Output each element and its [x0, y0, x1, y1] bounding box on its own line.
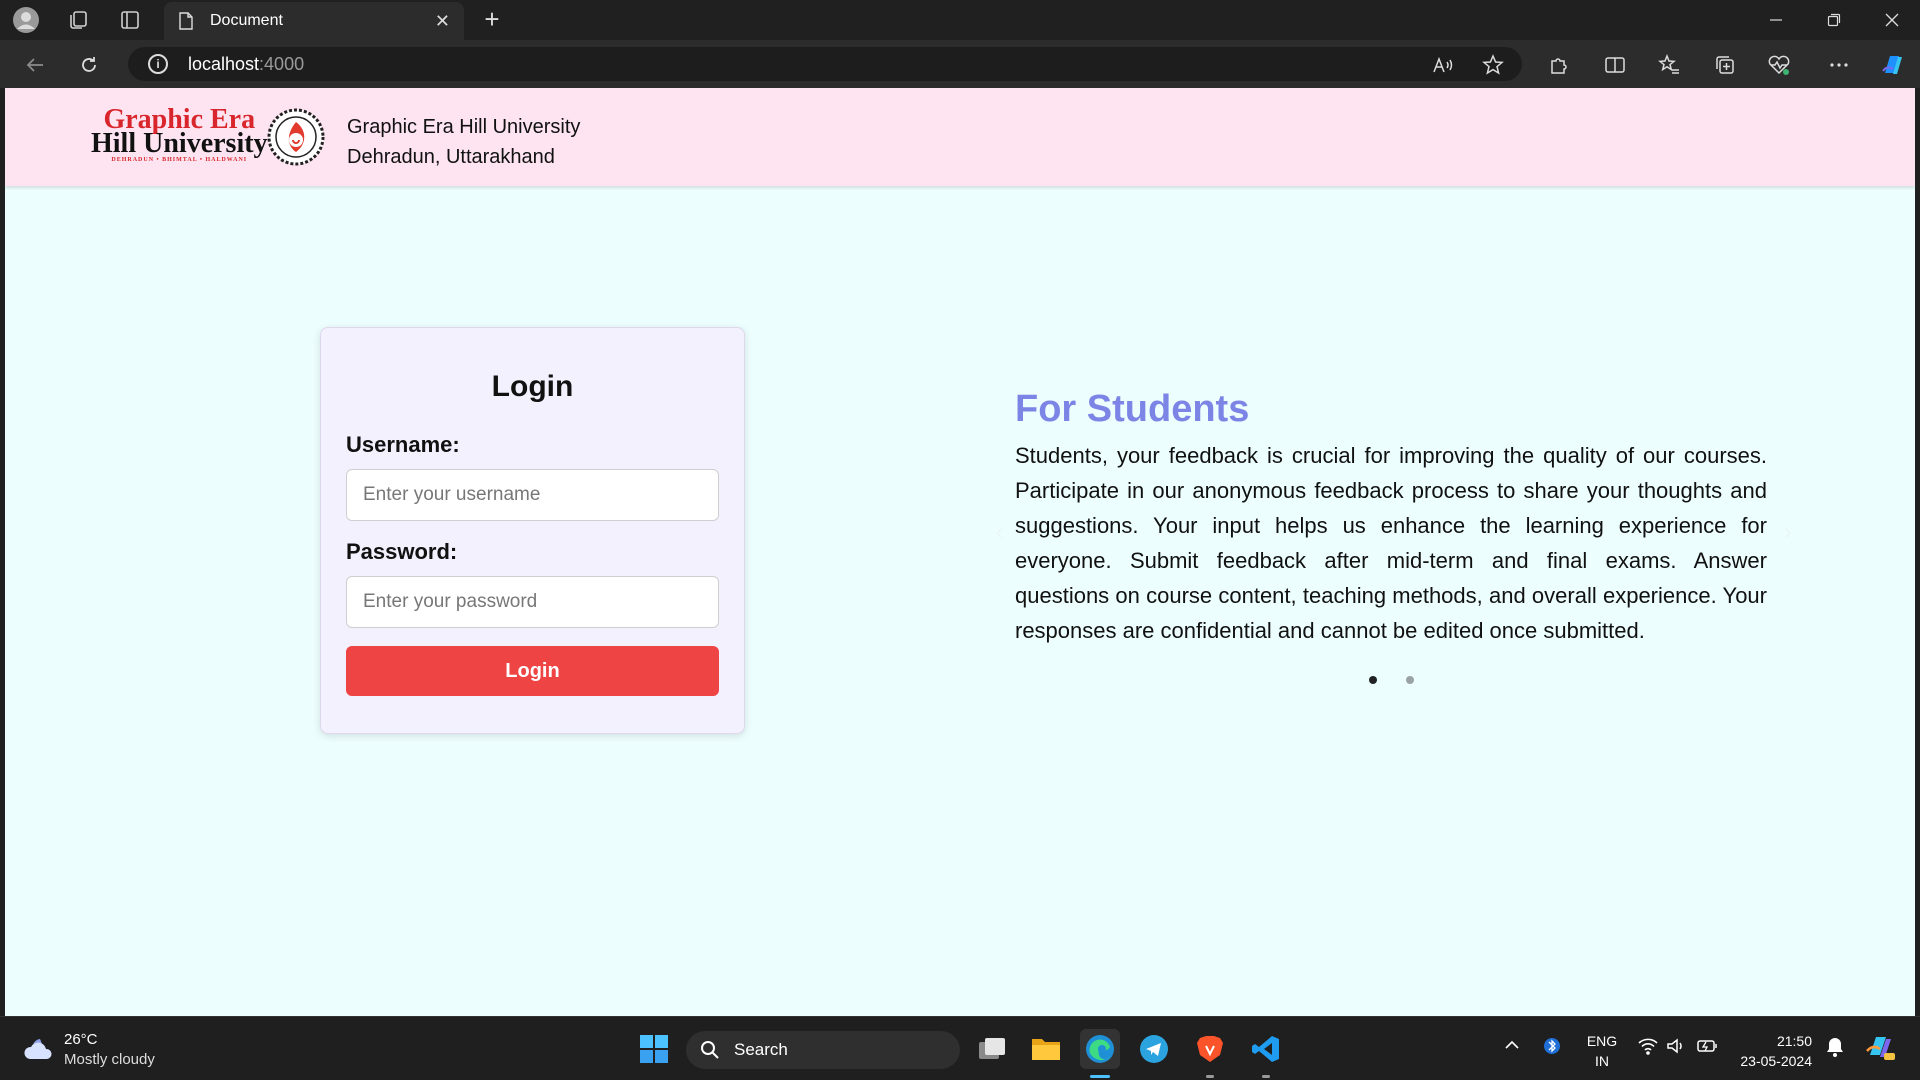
carousel-prev-icon[interactable]: ‹: [987, 520, 1011, 544]
university-location: Dehradun, Uttarakhand: [347, 146, 555, 168]
url-bar[interactable]: i localhost:4000: [128, 47, 1522, 81]
university-logo[interactable]: Graphic Era Hill University DEHRADUN • B…: [91, 106, 268, 164]
username-label: Username:: [346, 432, 460, 457]
minimize-button[interactable]: [1748, 0, 1804, 40]
university-name: Graphic Era Hill University: [347, 116, 581, 138]
wifi-icon[interactable]: [1638, 1037, 1658, 1058]
document-icon: [179, 12, 193, 30]
favorites-icon[interactable]: [1654, 50, 1684, 80]
site-header: Graphic Era Hill University DEHRADUN • B…: [5, 88, 1915, 186]
info-carousel: For Students Students, your feedback is …: [990, 388, 1790, 643]
task-view-icon[interactable]: [972, 1029, 1012, 1069]
language-indicator[interactable]: ENG IN: [1584, 1031, 1620, 1071]
password-input[interactable]: [346, 576, 719, 628]
clock-time: 21:50: [1776, 1033, 1812, 1049]
browser-tab-bar: Document ✕ +: [0, 0, 1920, 40]
taskbar: 26°C Mostly cloudy Search ENG IN 21:50 2…: [0, 1016, 1920, 1080]
logo-line-2: Hill University: [91, 128, 268, 159]
extensions-icon[interactable]: [1544, 50, 1574, 80]
address-toolbar: i localhost:4000: [0, 40, 1920, 88]
login-button[interactable]: Login: [346, 646, 719, 696]
weather-description: Mostly cloudy: [64, 1051, 155, 1068]
carousel-dot-1[interactable]: [1369, 676, 1377, 684]
profile-icon[interactable]: [12, 6, 40, 34]
restore-button[interactable]: [1806, 0, 1862, 40]
language-code: ENG: [1586, 1033, 1618, 1049]
search-icon: [701, 1041, 719, 1059]
system-clock[interactable]: 21:50 23-05-2024: [1738, 1031, 1812, 1071]
login-title: Login: [491, 370, 574, 403]
edge-browser-icon[interactable]: [1080, 1029, 1120, 1069]
bluetooth-icon[interactable]: [1544, 1035, 1560, 1060]
notifications-bell-icon[interactable]: [1826, 1037, 1844, 1060]
close-window-button[interactable]: [1864, 0, 1920, 40]
url-host: localhost: [188, 53, 260, 74]
weather-temperature: 26°C: [64, 1031, 98, 1048]
workspaces-icon[interactable]: [64, 6, 92, 34]
web-page: Graphic Era Hill University DEHRADUN • B…: [5, 88, 1915, 1016]
collections-icon[interactable]: [1710, 50, 1740, 80]
university-emblem-icon: [267, 108, 325, 166]
refresh-icon[interactable]: [74, 50, 104, 80]
active-app-indicator: [1090, 1075, 1110, 1078]
close-tab-icon[interactable]: ✕: [435, 11, 450, 32]
logo-campuses: DEHRADUN • BHIMTAL • HALDWANI: [111, 157, 248, 163]
windows-start-icon[interactable]: [634, 1029, 674, 1069]
carousel-title: For Students: [1015, 388, 1250, 430]
show-hidden-icons-icon[interactable]: [1504, 1037, 1520, 1056]
login-card: Login Username: Password: Login: [320, 327, 745, 734]
tab-document[interactable]: Document ✕: [164, 2, 464, 40]
language-region: IN: [1595, 1053, 1609, 1069]
username-input[interactable]: [346, 469, 719, 521]
tab-title: Document: [210, 12, 283, 29]
telegram-icon[interactable]: [1134, 1029, 1174, 1069]
taskbar-search[interactable]: Search: [686, 1031, 960, 1069]
carousel-text: Students, your feedback is crucial for i…: [1015, 443, 1767, 643]
browser-essentials-icon[interactable]: [1764, 50, 1794, 80]
volume-icon[interactable]: [1666, 1037, 1686, 1058]
brave-browser-icon[interactable]: [1190, 1029, 1230, 1069]
url-port: :4000: [259, 53, 305, 74]
split-screen-icon[interactable]: [1600, 50, 1630, 80]
more-options-icon[interactable]: [1824, 50, 1854, 80]
running-app-indicator: [1206, 1075, 1214, 1078]
password-label: Password:: [346, 539, 458, 564]
vscode-icon[interactable]: [1246, 1029, 1286, 1069]
carousel-next-icon[interactable]: ›: [1776, 520, 1800, 544]
new-tab-button[interactable]: +: [478, 6, 506, 34]
copilot-icon[interactable]: [1878, 50, 1908, 80]
site-info-icon[interactable]: i: [148, 54, 168, 74]
file-explorer-icon[interactable]: [1026, 1029, 1066, 1069]
carousel-dot-2[interactable]: [1406, 676, 1414, 684]
read-aloud-icon[interactable]: [1428, 50, 1458, 80]
weather-cloud-icon[interactable]: [22, 1033, 54, 1063]
battery-icon[interactable]: [1696, 1037, 1718, 1058]
back-icon[interactable]: [20, 50, 50, 80]
favorite-star-icon[interactable]: [1478, 50, 1508, 80]
tab-actions-icon[interactable]: [116, 6, 144, 34]
running-app-indicator: [1262, 1075, 1270, 1078]
university-title: Graphic Era Hill University Dehradun, Ut…: [347, 112, 580, 172]
clock-date: 23-05-2024: [1740, 1053, 1812, 1069]
search-label: Search: [734, 1040, 788, 1059]
copilot-taskbar-icon[interactable]: [1864, 1031, 1896, 1066]
